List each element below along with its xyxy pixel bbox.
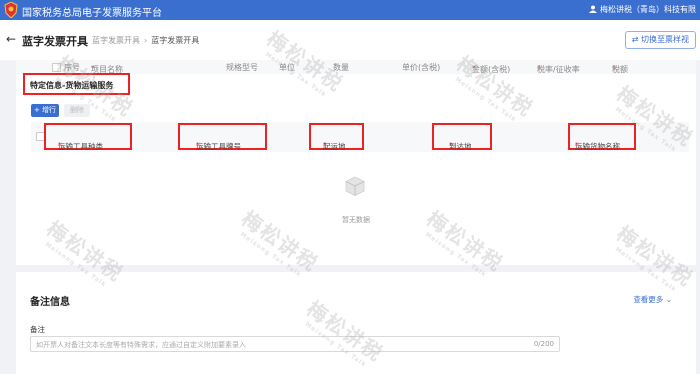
breadcrumb: 蓝字发票开具 › 蓝字发票开具 [92, 35, 199, 46]
col-vehicle-number: * 运输工具牌号 [178, 123, 267, 151]
col-spec: 规格型号 [226, 63, 258, 72]
view-more-link[interactable]: 查看更多 ⌄ [633, 294, 672, 305]
remarks-title: 备注信息 [30, 297, 70, 308]
delete-row-button[interactable]: 删除 [64, 104, 90, 117]
remarks-char-counter: 0/200 [533, 340, 554, 348]
user-name: 梅松讲税（青岛）科技有限 [600, 5, 696, 14]
items-table-header: 序号 * 项目名称 规格型号 单位 数量 单价(含税) * 金额(含税) * 税… [16, 60, 696, 74]
select-all-checkbox[interactable] [52, 63, 61, 72]
col-unit: 单位 [279, 63, 295, 72]
arrow-left-icon[interactable]: ← [6, 32, 16, 46]
tax-emblem-icon [4, 2, 18, 18]
col-transport-type: * 运输工具种类 [44, 123, 132, 151]
page-title: 蓝字发票开具 [22, 35, 88, 48]
user-account[interactable]: 梅松讲税（青岛）科技有限 [589, 4, 696, 15]
view-more-label: 查看更多 [633, 295, 664, 304]
remarks-input[interactable]: 如开票人对备注文本长度等有特殊需求，应通过自定义附加要素录入 0/200 [30, 336, 560, 352]
empty-state-text: 暂无数据 [342, 216, 370, 224]
remarks-placeholder: 如开票人对备注文本长度等有特殊需求，应通过自定义附加要素录入 [36, 341, 246, 349]
col-index: 序号 [64, 63, 80, 72]
add-row-button[interactable]: + 增行 [31, 104, 59, 117]
breadcrumb-item-2: 蓝字发票开具 [151, 36, 200, 45]
page-header: ← 蓝字发票开具 蓝字发票开具 › 蓝字发票开具 ⇄ 切换至票样视 [0, 20, 700, 60]
col-quantity: 数量 [333, 63, 349, 72]
special-info-title: 特定信息-货物运输服务 [30, 81, 114, 90]
breadcrumb-separator: › [144, 36, 148, 45]
switch-to-sample-button[interactable]: ⇄ 切换至票样视 [624, 31, 696, 49]
platform-title: 国家税务总局电子发票服务平台 [22, 8, 162, 19]
breadcrumb-item-1[interactable]: 蓝字发票开具 [92, 36, 140, 45]
document-switch-icon: ⇄ [631, 35, 639, 44]
transport-table-header: * 运输工具种类 * 运输工具牌号 * 起运地 * 到达地 * 运输货物名称 [31, 122, 689, 152]
invoice-items-card: 序号 * 项目名称 规格型号 单位 数量 单价(含税) * 金额(含税) * 税… [16, 60, 696, 265]
top-navigation-bar: 国家税务总局电子发票服务平台 梅松讲税（青岛）科技有限 [0, 0, 700, 20]
chevron-down-icon: ⌄ [665, 295, 672, 304]
user-icon [589, 5, 597, 13]
switch-button-label: 切换至票样视 [641, 35, 689, 44]
empty-box-icon [345, 176, 365, 196]
remarks-label: 备注 [30, 325, 45, 334]
col-departure: * 起运地 [309, 123, 364, 151]
col-destination: * 到达地 [432, 123, 492, 151]
remarks-card: 备注信息 查看更多 ⌄ 备注 如开票人对备注文本长度等有特殊需求，应通过自定义附… [16, 272, 696, 374]
col-unit-price: 单价(含税) [402, 63, 441, 72]
col-cargo-name: * 运输货物名称 [568, 123, 636, 151]
special-info-section: 特定信息-货物运输服务 [23, 73, 130, 95]
